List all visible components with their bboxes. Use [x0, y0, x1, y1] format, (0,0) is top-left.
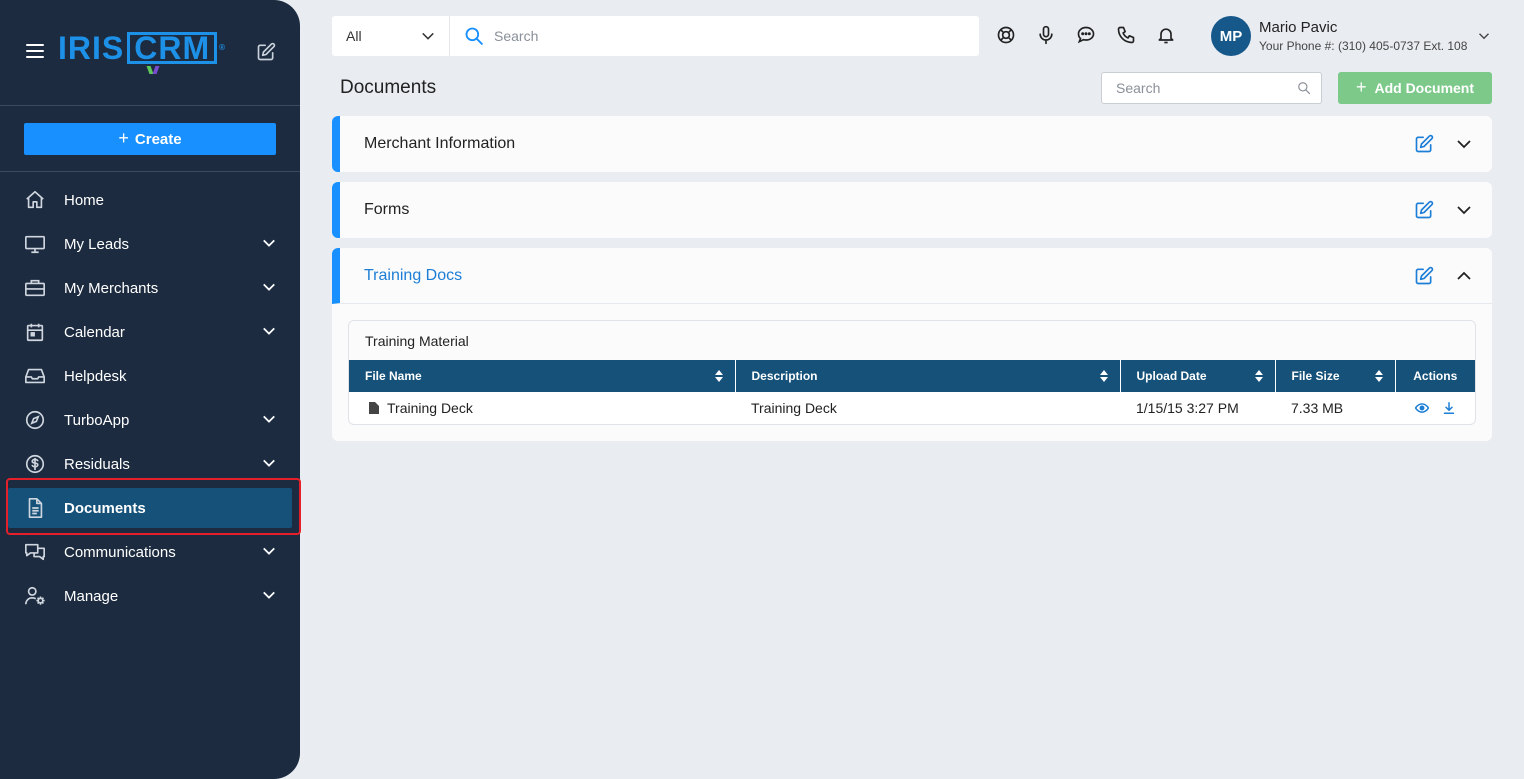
chevron-down-icon[interactable]: [262, 280, 276, 294]
help-lifebuoy-icon[interactable]: [996, 24, 1016, 46]
section-body: Training Material File Name Description …: [332, 304, 1492, 441]
chevron-down-icon[interactable]: [262, 412, 276, 426]
create-button[interactable]: + Create: [24, 123, 276, 155]
table-row: Training Deck Training Deck 1/15/15 3:27…: [349, 392, 1475, 424]
section-training-docs: Training Docs Training Material File Nam…: [332, 248, 1492, 441]
briefcase-icon: [24, 277, 46, 299]
cell-file-name[interactable]: Training Deck: [349, 392, 735, 424]
card-title: Training Material: [349, 321, 1475, 360]
table-header-row: File Name Description Upload Date File S…: [349, 360, 1475, 392]
chat-icon: [24, 541, 46, 563]
user-gear-icon: [24, 585, 46, 607]
microphone-icon[interactable]: [1036, 24, 1056, 46]
search-scope-select[interactable]: All: [332, 16, 450, 56]
edit-icon[interactable]: [256, 42, 276, 62]
dollar-icon: [24, 453, 46, 475]
iris-crm-logo[interactable]: IRIS CRM ®: [58, 32, 244, 80]
cell-upload-date: 1/15/15 3:27 PM: [1136, 400, 1239, 416]
sidebar-item-residuals[interactable]: Residuals: [0, 442, 300, 486]
compass-icon: [24, 409, 46, 431]
chevron-down-icon[interactable]: [262, 456, 276, 470]
user-name: Mario Pavic: [1259, 19, 1338, 36]
section-header[interactable]: Merchant Information: [332, 116, 1492, 172]
section-forms: Forms: [332, 182, 1492, 238]
chevron-down-icon[interactable]: [262, 588, 276, 602]
cell-description: Training Deck: [751, 400, 837, 416]
hamburger-menu-icon[interactable]: [26, 44, 44, 58]
section-header[interactable]: Training Docs: [332, 248, 1492, 304]
edit-icon[interactable]: [1414, 266, 1434, 286]
chat-bubble-icon[interactable]: [1076, 24, 1096, 46]
column-header-actions: Actions: [1395, 360, 1475, 392]
section-merchant-information: Merchant Information: [332, 116, 1492, 172]
plus-icon: +: [118, 127, 129, 148]
document-icon: [24, 497, 46, 519]
document-search-input[interactable]: [1116, 80, 1297, 96]
search-icon: [465, 27, 483, 45]
user-profile-menu[interactable]: MP Mario Pavic Your Phone #: (310) 405-0…: [1211, 16, 1496, 56]
create-section: + Create: [0, 106, 300, 172]
calendar-icon: [24, 321, 46, 343]
sidebar-item-my-leads[interactable]: My Leads: [0, 222, 300, 266]
page-title: Documents: [340, 77, 437, 98]
column-header-description[interactable]: Description: [735, 360, 1121, 392]
chevron-down-icon[interactable]: [262, 544, 276, 558]
download-icon[interactable]: [1443, 401, 1455, 417]
avatar: MP: [1211, 16, 1251, 56]
column-header-file-size[interactable]: File Size: [1275, 360, 1396, 392]
file-icon: [369, 402, 379, 414]
global-search-input[interactable]: [494, 28, 954, 44]
sort-icon[interactable]: [714, 370, 723, 382]
edit-icon[interactable]: [1414, 200, 1434, 220]
sidebar: IRIS CRM ® + Create Home My Leads My Mer…: [0, 0, 300, 779]
sort-icon[interactable]: [1254, 370, 1263, 382]
plus-icon: +: [1355, 76, 1367, 97]
training-material-card: Training Material File Name Description …: [348, 320, 1476, 425]
column-header-upload-date[interactable]: Upload Date: [1120, 360, 1276, 392]
chevron-down-icon: [1479, 33, 1489, 40]
chevron-down-icon[interactable]: [1456, 136, 1472, 152]
section-header[interactable]: Forms: [332, 182, 1492, 238]
chevron-down-icon[interactable]: [262, 236, 276, 250]
phone-icon[interactable]: [1116, 24, 1136, 46]
chevron-down-icon[interactable]: [262, 324, 276, 338]
chevron-up-icon[interactable]: [1456, 268, 1472, 284]
chevron-down-icon: [422, 32, 434, 40]
sort-icon[interactable]: [1374, 370, 1383, 382]
user-phone: Your Phone #: (310) 405-0737 Ext. 108: [1259, 39, 1468, 53]
cell-file-size: 7.33 MB: [1291, 400, 1344, 416]
sidebar-item-documents[interactable]: Documents: [8, 488, 292, 528]
sidebar-item-communications[interactable]: Communications: [0, 530, 300, 574]
sidebar-item-my-merchants[interactable]: My Merchants: [0, 266, 300, 310]
global-search-bar: All: [332, 16, 979, 56]
top-icons: [996, 24, 1176, 46]
sidebar-item-turboapp[interactable]: TurboApp: [0, 398, 300, 442]
sidebar-item-helpdesk[interactable]: Helpdesk: [0, 354, 300, 398]
inbox-icon: [24, 365, 46, 387]
chevron-down-icon[interactable]: [1456, 202, 1472, 218]
bell-icon[interactable]: [1156, 24, 1176, 46]
document-search: [1101, 72, 1322, 104]
search-icon[interactable]: [1297, 80, 1311, 96]
sidebar-item-calendar[interactable]: Calendar: [0, 310, 300, 354]
documents-table: File Name Description Upload Date File S…: [349, 360, 1475, 424]
sidebar-item-manage[interactable]: Manage: [0, 574, 300, 618]
sidebar-header: IRIS CRM ®: [0, 0, 300, 106]
global-search: [450, 16, 979, 56]
sidebar-nav: Home My Leads My Merchants Calendar Help…: [0, 178, 300, 618]
column-header-file-name[interactable]: File Name: [349, 360, 736, 392]
sort-icon[interactable]: [1099, 370, 1108, 382]
home-icon: [24, 189, 46, 211]
monitor-icon: [24, 233, 46, 255]
edit-icon[interactable]: [1414, 134, 1434, 154]
cell-actions: [1395, 392, 1475, 424]
sidebar-item-home[interactable]: Home: [0, 178, 300, 222]
view-eye-icon[interactable]: [1414, 401, 1430, 417]
add-document-button[interactable]: + Add Document: [1338, 72, 1492, 104]
